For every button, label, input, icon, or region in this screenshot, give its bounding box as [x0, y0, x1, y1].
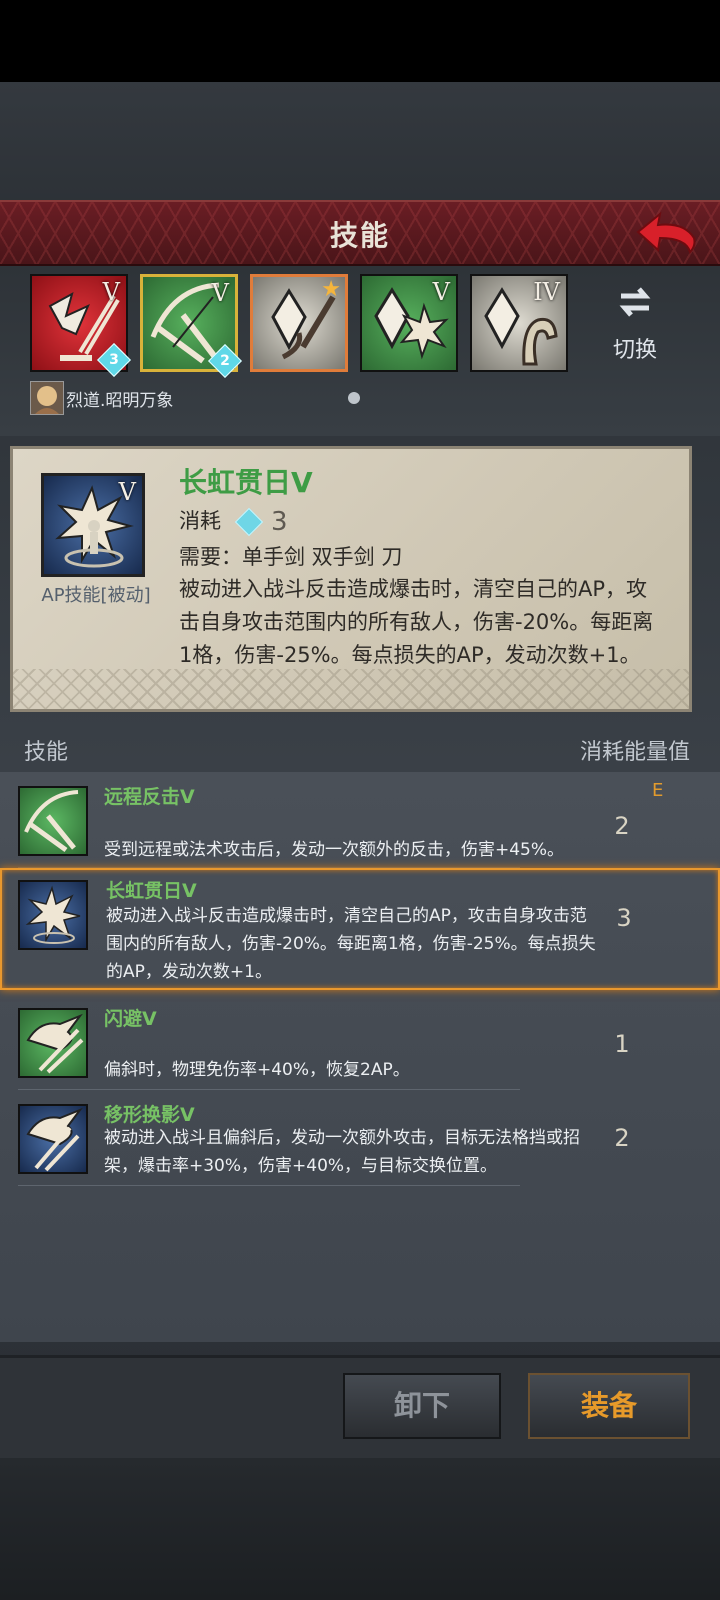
skill-row-description: 被动进入战斗且偏斜后，发动一次额外攻击，目标无法格挡或招架，爆击率+30%，伤害…	[104, 1128, 580, 1176]
gem-count-value: 2	[220, 353, 230, 369]
skill-row-name: 闪避V	[104, 1008, 157, 1030]
switch-label: 切换	[612, 338, 657, 363]
skill-slot-rank: V	[432, 278, 450, 306]
unequip-button[interactable]: 卸下	[343, 1373, 501, 1439]
shadow-swap-icon	[26, 1107, 83, 1172]
gem-count-badge: 2	[208, 344, 242, 378]
weapon-requirement: 需要：单手剑 双手剑 刀	[179, 545, 403, 569]
skill-row[interactable]: 移形换影V 被动进入战斗且偏斜后，发动一次额外攻击，目标无法格挡或招架，爆击率+…	[0, 1090, 720, 1186]
skill-row-icon	[18, 880, 88, 950]
skill-row-cost: 2	[614, 812, 630, 840]
row-divider	[18, 1185, 520, 1186]
dodge-blade-icon	[26, 1013, 84, 1074]
character-avatar	[30, 381, 64, 415]
switch-button[interactable]: 切换	[600, 284, 670, 364]
status-bar	[0, 0, 720, 82]
skill-slot-5[interactable]: IV	[470, 274, 568, 372]
detail-pattern	[13, 669, 689, 709]
skill-row-cost: 2	[614, 1124, 630, 1152]
energy-gem-icon	[234, 507, 264, 537]
skill-row-selected[interactable]: 长虹贯日V 被动进入战斗反击造成爆击时，清空自己的AP，攻击自身攻击范围内的所有…	[0, 868, 720, 990]
cost-row: 消耗 3	[179, 505, 288, 537]
skill-row-icon	[18, 1104, 88, 1174]
cost-label: 消耗	[179, 509, 221, 533]
sword-bow-icon	[24, 790, 79, 853]
page-title: 技能	[329, 219, 390, 252]
skill-row-name: 远程反击V	[104, 786, 195, 808]
gem-count-value: 3	[109, 352, 119, 368]
skill-detail-panel: V AP技能[被动] 长虹贯日V 消耗 3 需要：单手剑 双手剑 刀 被动进入战斗…	[10, 446, 692, 712]
skill-row[interactable]: 闪避V 偏斜时，物理免伤率+40%，恢复2AP。 1	[0, 994, 720, 1090]
skill-slot-rank: IV	[533, 278, 560, 306]
swap-arrows-icon	[619, 287, 651, 317]
skill-description: 被动进入战斗反击造成爆击时，清空自己的AP，攻击自身攻击范围内的所有敌人，伤害-…	[179, 577, 654, 667]
skill-row-description: 受到远程或法术攻击后，发动一次额外的反击，伤害+45%。	[104, 840, 565, 860]
bottom-area	[0, 1458, 720, 1600]
page-indicator-dot	[348, 392, 360, 404]
list-header: 技能 消耗能量值	[0, 728, 720, 768]
equipped-badge: E	[652, 780, 664, 801]
skill-slot-rank: V	[211, 279, 229, 307]
skill-row-description: 被动进入战斗反击造成爆击时，清空自己的AP，攻击自身攻击范围内的所有敌人，伤害-…	[106, 906, 596, 982]
header-bar: 技能	[0, 200, 720, 266]
character-name: 烈道.昭明万象	[66, 391, 174, 411]
skill-slot-3[interactable]: ★	[250, 274, 348, 372]
skill-row-cost: 1	[614, 1030, 630, 1058]
skill-slot-2[interactable]: V 2	[140, 274, 242, 378]
skill-slot-rank: V	[102, 278, 120, 306]
footer-bar: 卸下 装备	[0, 1355, 720, 1458]
detail-rank: V	[118, 478, 136, 506]
star-icon: ★	[321, 277, 341, 302]
skill-title: 长虹贯日V	[179, 466, 313, 499]
skill-row[interactable]: 远程反击V E 受到远程或法术攻击后，发动一次额外的反击，伤害+45%。 2	[0, 772, 720, 868]
cost-value: 3	[271, 507, 288, 537]
list-header-skill: 技能	[24, 740, 69, 765]
skill-slot-4[interactable]: V	[360, 274, 458, 372]
skill-row-name: 移形换影V	[104, 1104, 195, 1126]
list-header-cost: 消耗能量值	[579, 740, 690, 765]
skill-type-label: AP技能[被动]	[41, 585, 151, 606]
back-arrow-icon[interactable]	[634, 210, 700, 256]
equipped-skills-row: V 3 V 2 ★ V IV 切换 烈道.昭明万象	[0, 266, 720, 436]
burst-figure-icon	[25, 885, 81, 944]
detail-skill-icon: V	[41, 473, 145, 577]
equip-button[interactable]: 装备	[528, 1373, 690, 1439]
skill-list: 远程反击V E 受到远程或法术攻击后，发动一次额外的反击，伤害+45%。 2 长…	[0, 772, 720, 1342]
skill-row-icon	[18, 1008, 88, 1078]
skill-row-icon	[18, 786, 88, 856]
skill-row-cost: 3	[616, 904, 632, 932]
skill-row-name: 长虹贯日V	[106, 880, 197, 902]
skill-row-description: 偏斜时，物理免伤率+40%，恢复2AP。	[104, 1060, 410, 1080]
skill-slot-1[interactable]: V 3	[30, 274, 131, 377]
